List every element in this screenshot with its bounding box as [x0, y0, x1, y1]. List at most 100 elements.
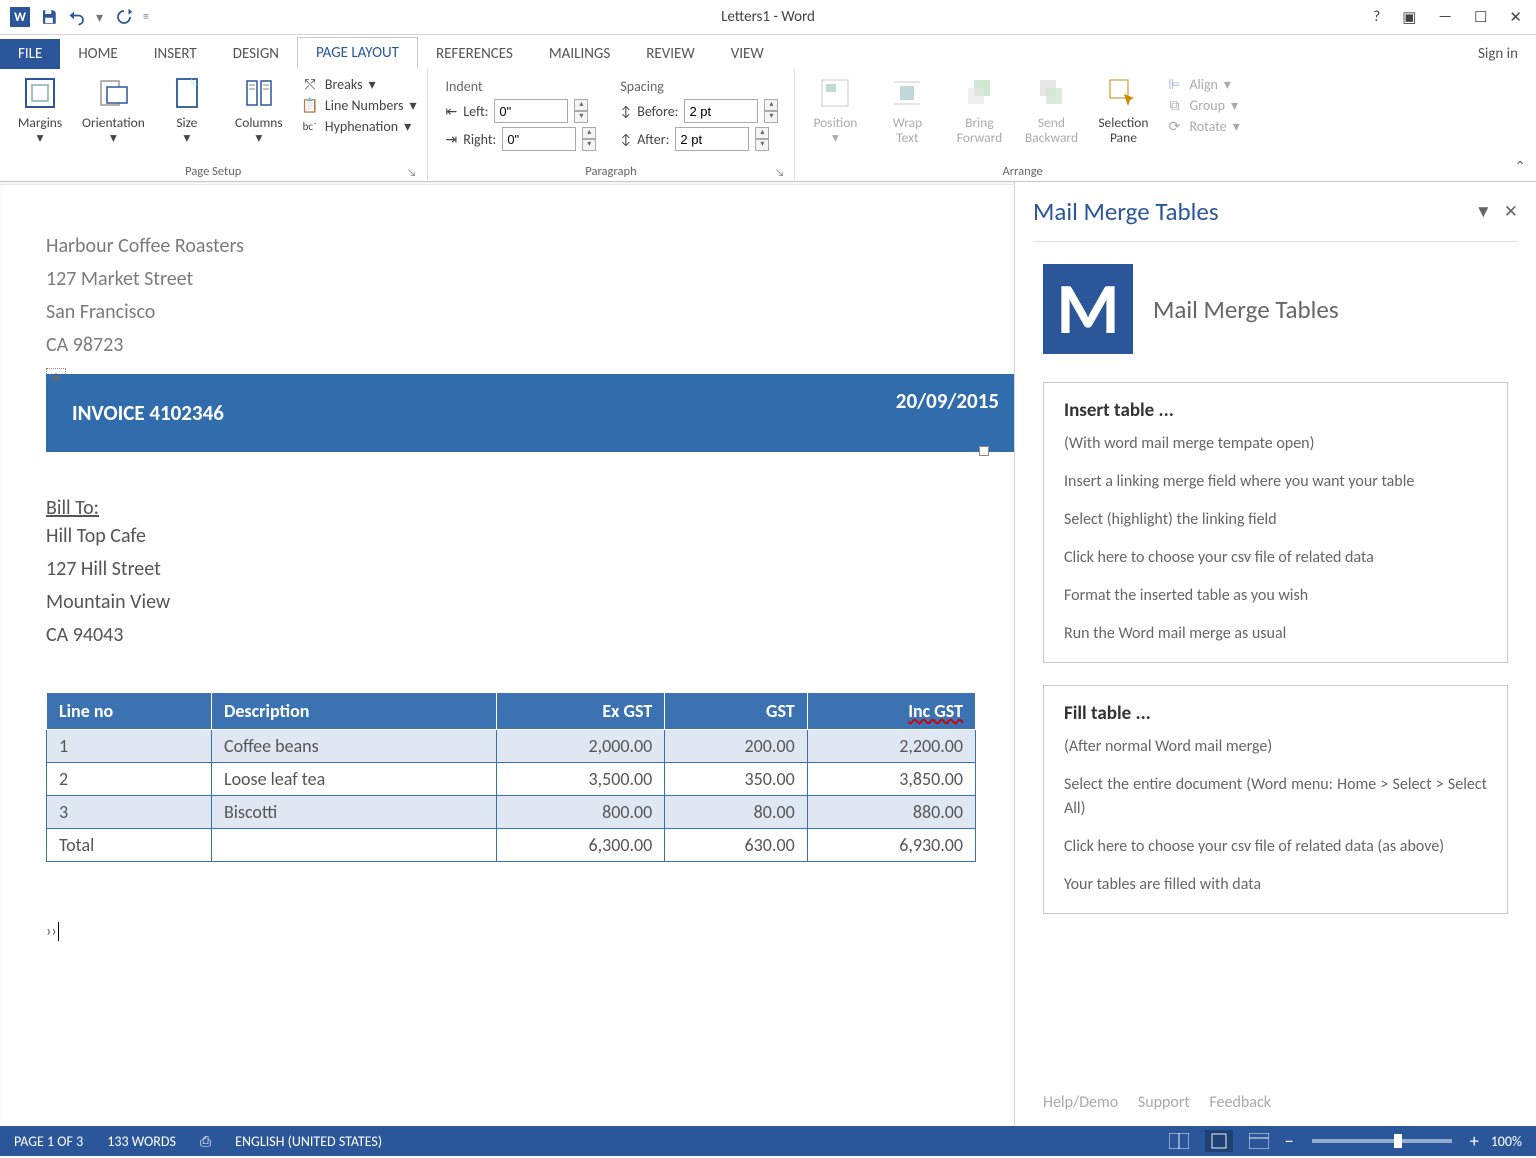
- size-icon: [169, 75, 205, 111]
- group-label-page-setup: Page Setup: [185, 164, 241, 179]
- document-area[interactable]: Harbour Coffee Roasters 127 Market Stree…: [0, 182, 1015, 1126]
- window-controls: ? ▣ — ☐ ✕: [1373, 8, 1536, 27]
- margins-icon: [22, 75, 58, 111]
- spacing-before-row: ↕ Before: ▴▾: [620, 99, 776, 123]
- tab-home[interactable]: HOME: [60, 39, 135, 69]
- group-label-arrange: Arrange: [1002, 164, 1042, 179]
- ribbon-display-icon[interactable]: ▣: [1402, 8, 1416, 27]
- wrap-text-button[interactable]: Wrap Text: [873, 71, 941, 145]
- tab-view[interactable]: VIEW: [713, 39, 782, 69]
- table-row[interactable]: 1Coffee beans2,000.00200.002,200.00: [47, 730, 976, 763]
- tab-insert[interactable]: INSERT: [136, 39, 215, 69]
- task-pane: Mail Merge Tables ▼ ✕ M Mail Merge Table…: [1015, 182, 1536, 1126]
- spacing-before-spinner[interactable]: ▴▾: [764, 99, 776, 123]
- invoice-date: 20/09/2015: [896, 388, 999, 414]
- receiver-block: Hill Top Cafe 127 Hill Street Mountain V…: [46, 520, 968, 652]
- wrap-text-icon: [889, 75, 925, 111]
- pane-brand: M Mail Merge Tables: [1043, 264, 1508, 354]
- qat-dropdown-icon[interactable]: ▾: [96, 13, 105, 22]
- spacing-after-input[interactable]: [675, 127, 749, 151]
- group-label-paragraph: Paragraph: [585, 164, 636, 179]
- tab-review[interactable]: REVIEW: [628, 39, 712, 69]
- ribbon-tabs: FILE HOME INSERT DESIGN PAGE LAYOUT REFE…: [0, 35, 1536, 69]
- table-row[interactable]: 3Biscotti800.0080.00880.00: [47, 796, 976, 829]
- fill-table-heading[interactable]: Fill table ...: [1064, 702, 1487, 725]
- save-icon[interactable]: [40, 8, 58, 26]
- maximize-icon[interactable]: ☐: [1474, 8, 1487, 27]
- indent-left-input[interactable]: [494, 99, 568, 123]
- indent-left-spinner[interactable]: ▴▾: [574, 99, 586, 123]
- selection-pane-button[interactable]: Selection Pane: [1089, 71, 1157, 145]
- zoom-slider[interactable]: [1312, 1139, 1452, 1143]
- send-backward-button[interactable]: Send Backward: [1017, 71, 1085, 145]
- position-icon: [817, 75, 853, 111]
- orientation-icon: [95, 75, 131, 111]
- size-button[interactable]: Size▾: [153, 71, 221, 145]
- help-icon[interactable]: ?: [1373, 8, 1380, 27]
- group-button[interactable]: ⧉Group ▾: [1165, 95, 1239, 115]
- collapse-ribbon-icon[interactable]: ⌃: [1514, 158, 1526, 175]
- print-layout-icon[interactable]: [1205, 1130, 1233, 1152]
- page-indicator[interactable]: PAGE 1 OF 3: [14, 1133, 83, 1150]
- close-icon[interactable]: ✕: [1509, 8, 1522, 27]
- qat-customize-icon[interactable]: ≡: [143, 13, 152, 22]
- choose-csv-link[interactable]: Click here to choose your csv file of re…: [1064, 546, 1487, 570]
- read-mode-icon[interactable]: [1165, 1130, 1193, 1152]
- send-backward-icon: [1033, 75, 1069, 111]
- choose-csv-link-2[interactable]: Click here to choose your csv file of re…: [1064, 835, 1487, 859]
- columns-button[interactable]: Columns▾: [225, 71, 293, 145]
- table-total-row[interactable]: Total6,300.00630.006,930.00: [47, 829, 976, 862]
- invoice-table[interactable]: Line no Description Ex GST GST Inc GST 1…: [46, 692, 976, 862]
- web-layout-icon[interactable]: [1245, 1130, 1273, 1152]
- minimize-icon[interactable]: —: [1438, 8, 1452, 27]
- insert-table-card: Insert table ... (With word mail merge t…: [1043, 382, 1508, 663]
- page-setup-launcher-icon[interactable]: ↘: [407, 166, 417, 179]
- pane-logo-icon: M: [1043, 264, 1133, 354]
- word-app-icon: W: [10, 7, 30, 27]
- zoom-in-button[interactable]: +: [1470, 1130, 1479, 1152]
- table-resize-handle-icon[interactable]: [979, 446, 989, 456]
- quick-access-toolbar: W ▾ ≡: [0, 7, 162, 27]
- zoom-out-button[interactable]: −: [1285, 1130, 1294, 1152]
- tab-file[interactable]: FILE: [0, 39, 60, 69]
- pane-close-icon[interactable]: ✕: [1504, 201, 1518, 222]
- spacing-before-input[interactable]: [684, 99, 758, 123]
- support-link[interactable]: Support: [1138, 1093, 1190, 1112]
- line-numbers-button[interactable]: 📋Line Numbers ▾: [301, 95, 417, 115]
- feedback-link[interactable]: Feedback: [1209, 1093, 1271, 1112]
- ribbon: Margins▾ Orientation▾ Size▾ Columns▾ ⤲Br…: [0, 69, 1536, 182]
- pane-menu-icon[interactable]: ▼: [1475, 201, 1492, 222]
- table-header-row: Line no Description Ex GST GST Inc GST: [47, 693, 976, 730]
- word-count[interactable]: 133 WORDS: [107, 1133, 176, 1150]
- tab-pagelayout[interactable]: PAGE LAYOUT: [297, 37, 418, 69]
- insert-table-heading[interactable]: Insert table ...: [1064, 399, 1487, 422]
- undo-icon[interactable]: [68, 8, 86, 26]
- help-link[interactable]: Help/Demo: [1043, 1093, 1118, 1112]
- margins-button[interactable]: Margins▾: [6, 71, 74, 145]
- tab-mailings[interactable]: MAILINGS: [531, 39, 628, 69]
- spellcheck-icon[interactable]: ⎙: [200, 1133, 211, 1150]
- line-numbers-icon: 📋: [301, 96, 319, 114]
- breaks-button[interactable]: ⤲Breaks ▾: [301, 74, 417, 94]
- indent-right-spinner[interactable]: ▴▾: [582, 127, 594, 151]
- breaks-icon: ⤲: [301, 75, 319, 93]
- indent-right-row: ⇥ Right: ▴▾: [446, 127, 595, 151]
- rotate-button[interactable]: ⟳Rotate ▾: [1165, 116, 1239, 136]
- bring-forward-button[interactable]: Bring Forward: [945, 71, 1013, 145]
- position-button[interactable]: Position▾: [801, 71, 869, 145]
- indent-right-input[interactable]: [502, 127, 576, 151]
- indent-left-icon: ⇤: [446, 103, 458, 120]
- orientation-button[interactable]: Orientation▾: [78, 71, 149, 145]
- redo-icon[interactable]: [115, 8, 133, 26]
- tab-design[interactable]: DESIGN: [215, 39, 297, 69]
- pane-title: Mail Merge Tables: [1033, 196, 1219, 227]
- table-row[interactable]: 2Loose leaf tea3,500.00350.003,850.00: [47, 763, 976, 796]
- zoom-level[interactable]: 100%: [1491, 1133, 1522, 1150]
- tab-references[interactable]: REFERENCES: [418, 39, 531, 69]
- spacing-after-spinner[interactable]: ▴▾: [755, 127, 767, 151]
- language-indicator[interactable]: ENGLISH (UNITED STATES): [235, 1133, 382, 1150]
- signin-link[interactable]: Sign in: [1460, 39, 1536, 69]
- paragraph-launcher-icon[interactable]: ↘: [775, 166, 785, 179]
- align-button[interactable]: ⊫Align ▾: [1165, 74, 1239, 94]
- hyphenation-button[interactable]: bc⁻Hyphenation ▾: [301, 116, 417, 136]
